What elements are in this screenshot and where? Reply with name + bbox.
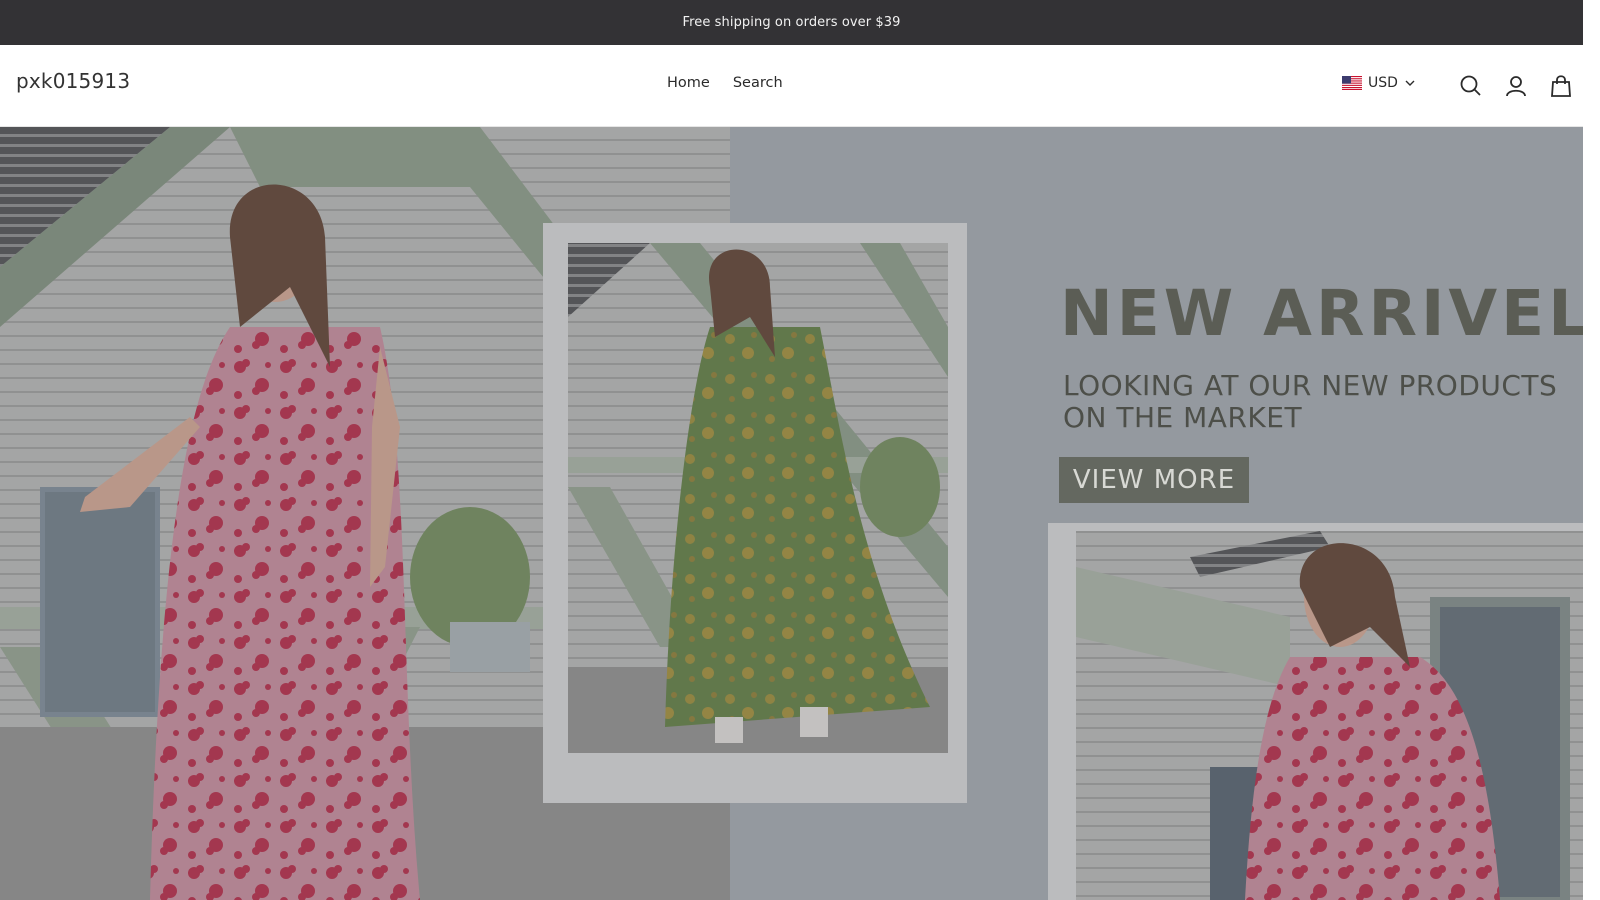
us-flag-icon [1342,76,1362,90]
hero-banner[interactable]: NEW ARRIVEL LOOKING AT OUR NEW PRODUCTS … [0,127,1583,900]
announcement-text: Free shipping on orders over $39 [682,15,901,30]
hero-title: NEW ARRIVEL [1060,277,1583,350]
view-more-button[interactable]: VIEW MORE [1059,457,1249,503]
announcement-bar: Free shipping on orders over $39 [0,0,1583,45]
currency-selector[interactable]: USD [1342,75,1416,91]
search-icon[interactable] [1458,73,1484,99]
hero-subtitle: LOOKING AT OUR NEW PRODUCTS ON THE MARKE… [1063,370,1583,434]
currency-label: USD [1368,75,1398,91]
store-logo[interactable]: pxk015913 [16,69,130,93]
chevron-down-icon [1405,80,1415,86]
hero-subtitle-line-2: ON THE MARKET [1063,401,1303,434]
main-nav: Home Search [667,75,783,91]
account-icon[interactable] [1503,73,1529,99]
nav-search-link[interactable]: Search [733,75,783,91]
cart-icon[interactable] [1548,73,1574,99]
hero-image [0,127,1583,900]
hero-subtitle-line-1: LOOKING AT OUR NEW PRODUCTS [1063,369,1558,402]
site-header: pxk015913 Home Search USD [0,45,1583,127]
nav-home-link[interactable]: Home [667,75,710,91]
